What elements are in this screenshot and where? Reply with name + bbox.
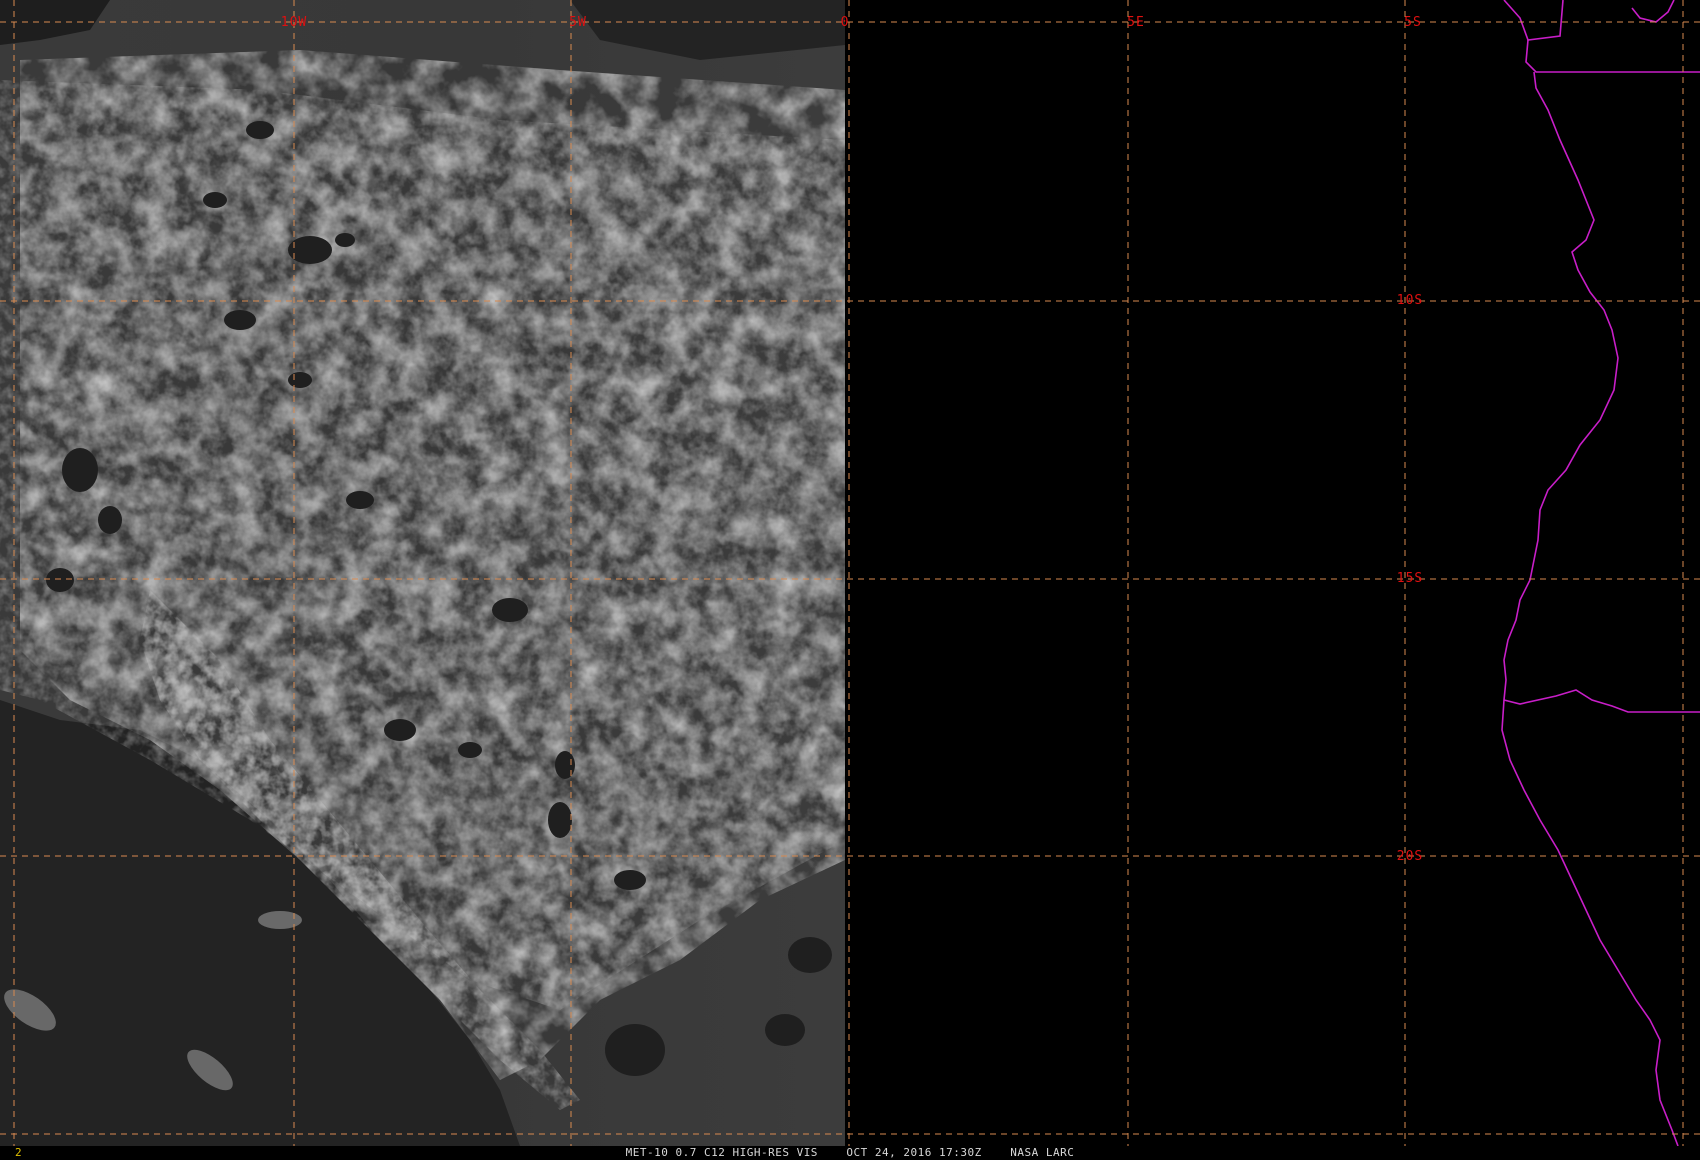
lat-label-20s: 20S <box>1397 849 1423 864</box>
image-caption: MET-10 0.7 C12 HIGH-RES VIS OCT 24, 2016… <box>625 1146 1075 1159</box>
status-bar: 2 MET-10 0.7 C12 HIGH-RES VIS OCT 24, 20… <box>0 1146 1700 1160</box>
lat-label-5s: 5S <box>1404 15 1422 30</box>
lat-label-15s: 15S <box>1397 571 1423 586</box>
lon-label-5e: 5E <box>1127 15 1145 30</box>
lon-label-10w: 10W <box>281 15 307 30</box>
coastline-borders <box>1501 0 1700 1146</box>
lon-label-0: 0 <box>841 15 850 30</box>
lat-label-10s: 10S <box>1397 293 1423 308</box>
satellite-image-viewer: 10W 5W 0 5E 5S 10S 15S 20S 2 MET-10 0.7 … <box>0 0 1700 1160</box>
satellite-map: 10W 5W 0 5E 5S 10S 15S 20S <box>0 0 1700 1146</box>
lon-label-5w: 5W <box>569 15 587 30</box>
cloud-imagery <box>0 0 845 1146</box>
